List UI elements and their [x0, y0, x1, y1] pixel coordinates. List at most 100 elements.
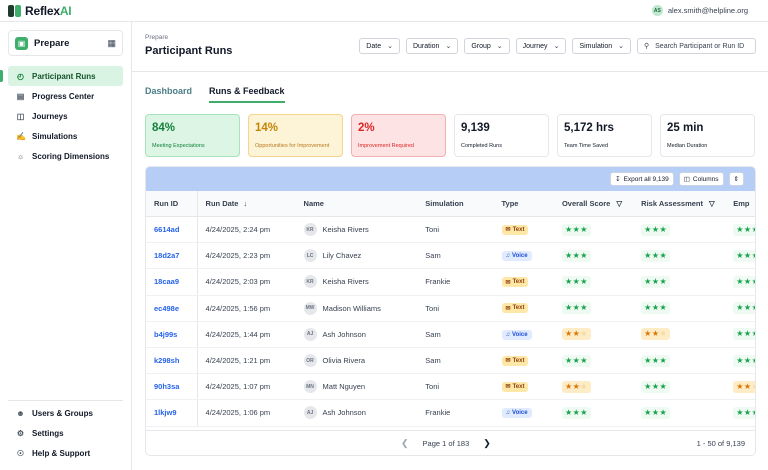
- overall-score-cell: ★★★: [554, 406, 633, 419]
- columns-icon: ◫: [683, 176, 690, 183]
- overall-score-cell: ★★★: [554, 249, 633, 262]
- col-run-id[interactable]: Run ID: [146, 191, 198, 216]
- stat-value: 25 min: [667, 122, 704, 134]
- run-id-link[interactable]: ec498e: [146, 295, 198, 321]
- sidebar-item-users-groups[interactable]: ☻ Users & Groups: [8, 403, 123, 423]
- table-row[interactable]: k298sh 4/24/2025, 1:21 pm OR Olivia Rivera S…: [146, 347, 755, 375]
- filter-date[interactable]: Date ⌄: [359, 38, 400, 54]
- col-run-date[interactable]: Run Date ↓: [198, 199, 296, 208]
- tab-dashboard[interactable]: Dashboard: [145, 86, 192, 103]
- run-id-link[interactable]: 18d2a7: [146, 243, 198, 269]
- table-row[interactable]: b4j99s 4/24/2025, 1:44 pm AJ Ash Johnson Sam…: [146, 321, 755, 348]
- participant-name: Olivia Rivera: [322, 356, 366, 366]
- star-rating: ★★★: [641, 302, 671, 315]
- simulation-name: Sam: [425, 251, 441, 261]
- prev-page-icon[interactable]: ❮: [401, 438, 409, 449]
- chat-icon: ✍: [16, 131, 26, 141]
- run-id-link[interactable]: 6614ad: [146, 217, 198, 243]
- col-empathy[interactable]: Emp: [725, 199, 755, 208]
- sidebar-item-help-support[interactable]: ☉ Help & Support: [8, 443, 123, 463]
- table-row[interactable]: 90h3sa 4/24/2025, 1:07 pm MN Matt Nguyen Ton…: [146, 374, 755, 401]
- run-id-link[interactable]: b4j99s: [146, 321, 198, 347]
- type-badge: ✉ Text: [501, 224, 529, 235]
- risk-assessment-cell: ★★★: [633, 275, 725, 288]
- simulation-name: Toni: [425, 303, 440, 313]
- run-date: 4/24/2025, 2:24 pm: [205, 225, 271, 235]
- table-toolbar: ↧ Export all 9,139 ◫ Columns ⇕: [146, 167, 755, 191]
- filter-journey[interactable]: Journey ⌄: [515, 38, 567, 54]
- filter-duration[interactable]: Duration ⌄: [405, 38, 459, 54]
- sort-down-icon[interactable]: ↓: [243, 199, 247, 208]
- table-row[interactable]: ec498e 4/24/2025, 1:56 pm MW Madison Willia…: [146, 295, 755, 322]
- col-type[interactable]: Type: [494, 199, 554, 208]
- density-button[interactable]: ⇕: [728, 172, 744, 186]
- sidebar-nav: ◴ Participant Runs ▤ Progress Center ◫ Journe…: [0, 66, 123, 166]
- table-row[interactable]: 18caa9 4/24/2025, 2:03 pm KR Keisha Rivers F…: [146, 269, 755, 296]
- project-switcher[interactable]: ▣ Prepare ▦: [8, 30, 123, 56]
- risk-assessment-cell: ★★★: [633, 249, 725, 262]
- tab-runs-feedback[interactable]: Runs & Feedback: [209, 86, 285, 103]
- star-rating: ★★★: [641, 380, 671, 393]
- star-rating: ★★★: [733, 302, 755, 315]
- apps-grid-icon[interactable]: ▦: [107, 38, 116, 49]
- overall-score-cell: ★★★: [554, 328, 633, 341]
- col-risk-assessment[interactable]: Risk Assessment ▽: [633, 199, 725, 208]
- star-rating: ★★★: [561, 223, 591, 236]
- col-overall-score[interactable]: Overall Score ▽: [554, 199, 633, 208]
- type-cell: ✉ Text: [494, 381, 554, 392]
- table-row[interactable]: 1lkjw9 4/24/2025, 1:06 pm AJ Ash Johnson Fra…: [146, 400, 755, 427]
- filter-bar: Date ⌄ Duration ⌄ Group ⌄ Journey ⌄ Simulation ⌄ ⚲…: [359, 38, 756, 54]
- project-icon: ▣: [15, 36, 28, 50]
- star-rating: ★★★: [561, 302, 591, 315]
- run-date: 4/24/2025, 1:56 pm: [205, 303, 271, 313]
- columns-button[interactable]: ◫ Columns: [678, 172, 724, 186]
- sidebar-nav-bottom: ☻ Users & Groups ⚙ Settings ☉ Help & Support: [8, 400, 123, 463]
- stat-label: Meeting Expectations: [152, 143, 205, 149]
- filter-icon[interactable]: ▽: [709, 199, 715, 208]
- col-name[interactable]: Name: [296, 199, 418, 208]
- run-id-link[interactable]: 90h3sa: [146, 374, 198, 400]
- search-input[interactable]: ⚲ Search Participant or Run ID: [637, 38, 756, 54]
- participant-name: Matt Nguyen: [322, 382, 366, 392]
- avatar: KR: [303, 275, 317, 289]
- sidebar-item-progress-center[interactable]: ▤ Progress Center: [8, 86, 123, 106]
- next-page-icon[interactable]: ❯: [483, 438, 491, 449]
- sidebar-item-simulations[interactable]: ✍ Simulations: [8, 126, 123, 146]
- clock-icon: ◴: [17, 71, 24, 81]
- sidebar-item-scoring-dimensions[interactable]: ☼ Scoring Dimensions: [8, 146, 123, 166]
- sidebar-item-participant-runs[interactable]: ◴ Participant Runs: [0, 66, 123, 86]
- table-row[interactable]: 18d2a7 4/24/2025, 2:23 pm LC Lily Chavez Sam…: [146, 243, 755, 270]
- breadcrumb[interactable]: Prepare: [145, 34, 168, 41]
- overall-score-cell: ★★★: [554, 275, 633, 288]
- page-header: Prepare Participant Runs Date ⌄ Duration ⌄ G…: [132, 22, 768, 72]
- type-cell: ✉ Text: [494, 224, 554, 235]
- sidebar-item-label: Scoring Dimensions: [32, 151, 110, 161]
- run-id-link[interactable]: 1lkjw9: [146, 400, 198, 426]
- participant-cell: MN Matt Nguyen: [296, 380, 418, 394]
- filter-group[interactable]: Group ⌄: [464, 38, 510, 54]
- map-icon: ◫: [16, 111, 25, 121]
- export-button[interactable]: ↧ Export all 9,139: [610, 172, 674, 186]
- type-cell: ✉ Text: [494, 303, 554, 314]
- filter-icon[interactable]: ▽: [616, 199, 622, 208]
- pagination: ❮ Page 1 of 183 ❯: [401, 438, 491, 449]
- chat-icon: ✉: [505, 227, 511, 234]
- sidebar-item-journeys[interactable]: ◫ Journeys: [8, 106, 123, 126]
- type-badge: ✉ Text: [501, 277, 529, 288]
- stat-label: Team Time Saved: [564, 143, 609, 149]
- run-id-link[interactable]: k298sh: [146, 347, 198, 374]
- table-row[interactable]: 6614ad 4/24/2025, 2:24 pm KR Keisha Rivers T…: [146, 217, 755, 244]
- col-simulation[interactable]: Simulation: [417, 199, 493, 208]
- sidebar-item-settings[interactable]: ⚙ Settings: [8, 423, 123, 443]
- participant-cell: OR Olivia Rivera: [296, 354, 418, 368]
- overall-score-cell: ★★★: [554, 223, 633, 236]
- star-rating: ★★★: [641, 249, 671, 262]
- run-id-link[interactable]: 18caa9: [146, 269, 198, 295]
- chat-icon: ✉: [505, 358, 511, 365]
- logo[interactable]: ReflexAI: [8, 4, 72, 18]
- empathy-cell: ★★★: [725, 223, 755, 236]
- filter-simulation[interactable]: Simulation ⌄: [572, 38, 631, 54]
- user-menu[interactable]: AS alex.smith@helpline.org: [651, 5, 748, 16]
- star-rating: ★★★: [561, 406, 591, 419]
- chevron-down-icon: ⌄: [387, 43, 393, 50]
